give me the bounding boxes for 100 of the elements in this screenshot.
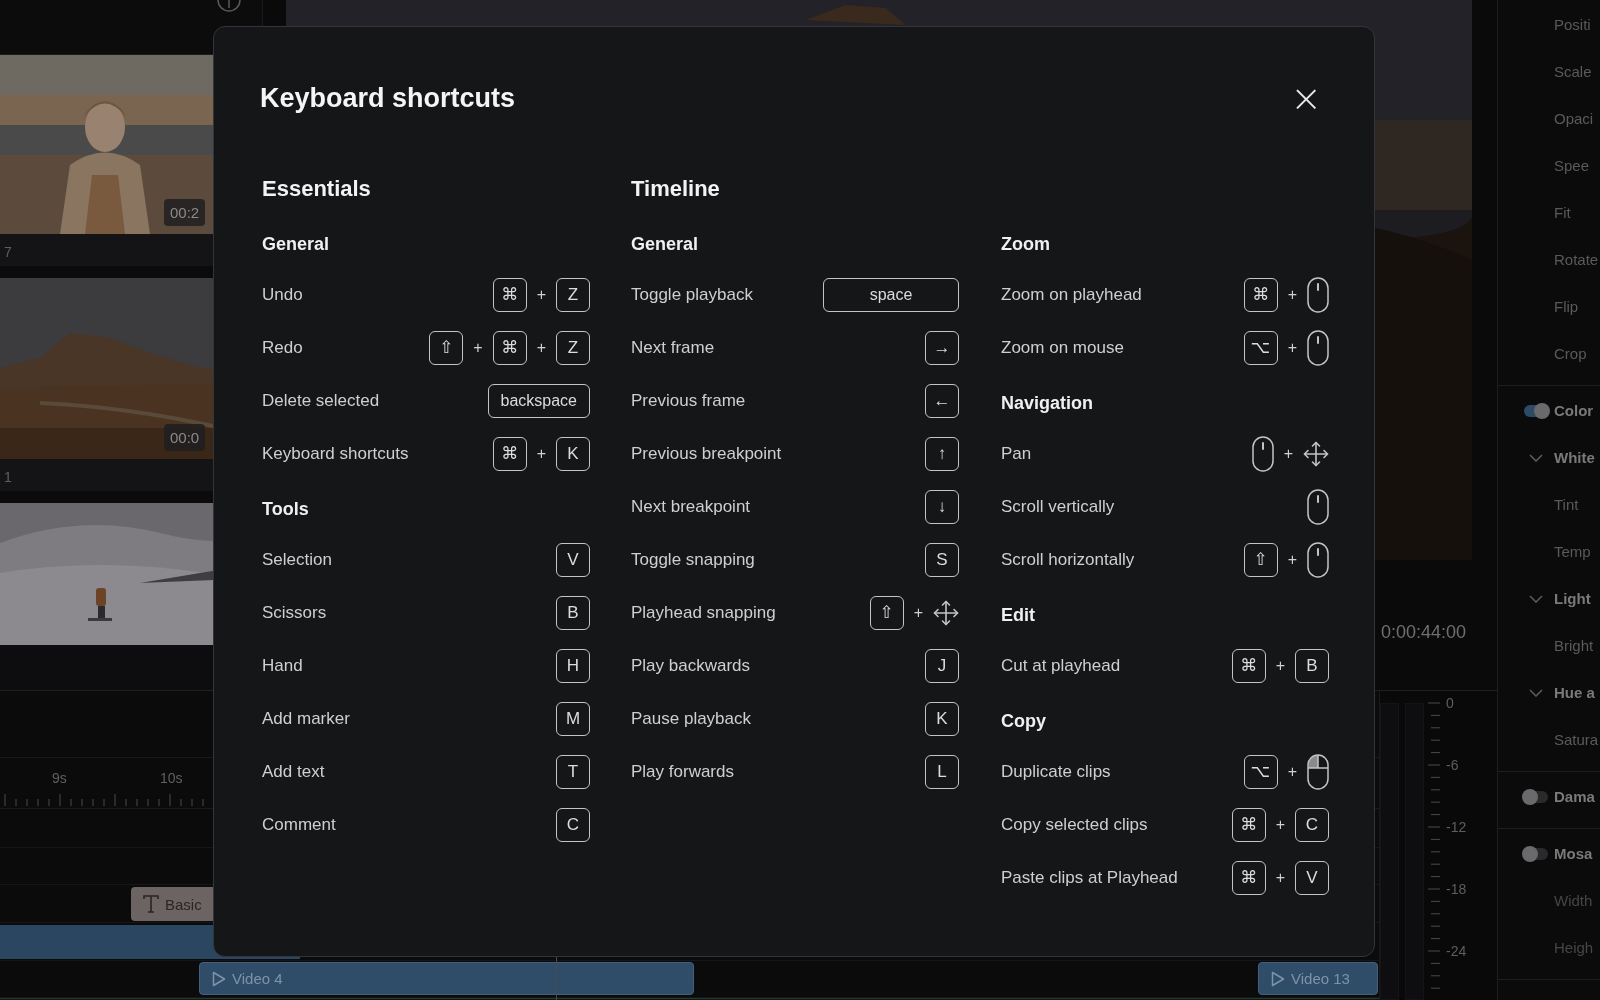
clip-label: Basic: [165, 895, 202, 913]
shortcut-label: Previous breakpoint: [631, 443, 782, 464]
plus-sign: +: [1287, 550, 1297, 569]
shortcut-label: Toggle snapping: [631, 549, 755, 570]
group-title: Zoom: [1001, 233, 1051, 256]
key-cap: backspace: [487, 383, 590, 418]
key-cap: V: [1295, 860, 1329, 895]
key-cap: K: [556, 436, 590, 471]
property-label: Satura: [1554, 731, 1599, 748]
plus-sign: +: [913, 603, 923, 622]
key-cap: ⌘: [1231, 860, 1266, 895]
meter-label: -18: [1446, 880, 1467, 899]
clip-name: 7: [4, 244, 12, 260]
key-cap: H: [556, 648, 590, 683]
chevron-down-icon[interactable]: [1529, 453, 1543, 462]
shortcut-label: Delete selected: [262, 390, 380, 411]
group-title: Tools: [262, 498, 310, 521]
toggle-switch[interactable]: [1524, 847, 1548, 860]
key-cap: space: [823, 277, 959, 312]
move-icon: [1303, 440, 1329, 467]
property-label: Flip: [1554, 298, 1579, 315]
duration-badge: 00:2: [164, 199, 206, 226]
shortcut-label: Selection: [262, 549, 332, 570]
property-label: Width: [1554, 892, 1593, 909]
key-cap: ↑: [925, 436, 959, 471]
key-cap: ⇧: [1243, 542, 1278, 577]
shortcut-label: Next frame: [631, 337, 715, 358]
property-label: Temp: [1554, 543, 1591, 560]
plus-sign: +: [1275, 656, 1285, 675]
mouse-icon: [1307, 276, 1329, 313]
shortcut-label: Redo: [262, 337, 303, 358]
section-heading: Timeline: [631, 175, 721, 203]
clip-label: Video 4: [232, 970, 283, 987]
video-clip[interactable]: Video 4: [199, 962, 694, 995]
plus-sign: +: [536, 338, 546, 357]
property-label: Heigh: [1554, 939, 1594, 956]
shortcut-label: Comment: [262, 814, 336, 835]
shortcut-label: Cut at playhead: [1001, 655, 1121, 676]
shortcut-label: Hand: [262, 655, 303, 676]
key-cap: J: [925, 648, 959, 683]
plus-sign: +: [1275, 868, 1285, 887]
shortcut-label: Scroll vertically: [1001, 496, 1115, 517]
shortcut-label: Keyboard shortcuts: [262, 443, 409, 464]
section-title: Hue a: [1554, 684, 1595, 701]
shortcut-label: Add marker: [262, 708, 350, 729]
key-cap: ⌥: [1243, 754, 1278, 789]
meter-label: 0: [1446, 694, 1454, 713]
shortcut-label: Scissors: [262, 602, 327, 623]
section-heading: Essentials: [262, 175, 372, 203]
close-button[interactable]: ×: [1284, 83, 1328, 113]
mouse-icon: [1251, 435, 1274, 472]
play-icon: [1271, 970, 1285, 987]
property-label: Scale: [1554, 63, 1592, 80]
shortcut-label: Scroll horizontally: [1001, 549, 1135, 570]
key-cap: →: [925, 330, 959, 365]
key-cap: L: [925, 754, 959, 789]
property-label: Rotate: [1554, 251, 1599, 268]
clip-label: Video 13: [1291, 970, 1350, 987]
key-cap: ⌘: [492, 436, 527, 471]
key-cap: C: [1295, 807, 1329, 842]
key-cap: V: [556, 542, 590, 577]
property-label: Fit: [1554, 204, 1571, 221]
shortcut-label: Next breakpoint: [631, 496, 751, 517]
plus-sign: +: [536, 285, 546, 304]
mouse-click-icon: [1307, 753, 1329, 790]
property-label: Positi: [1554, 16, 1591, 33]
key-cap: ⌘: [492, 277, 527, 312]
key-cap: B: [556, 595, 590, 630]
play-icon: [212, 970, 226, 987]
key-cap: ⌘: [1243, 277, 1278, 312]
key-cap: ←: [925, 383, 959, 418]
chevron-down-icon[interactable]: [1529, 594, 1543, 603]
property-label: Tint: [1554, 496, 1579, 513]
key-cap: C: [556, 807, 590, 842]
shortcut-label: Pause playback: [631, 708, 752, 729]
key-cap: ⇧: [429, 330, 464, 365]
shortcut-label: Paste clips at Playhead: [1001, 867, 1178, 888]
timecode: 0:00:44:00: [1380, 622, 1466, 643]
plus-sign: +: [473, 338, 483, 357]
key-cap: B: [1295, 648, 1329, 683]
section-title: Mosa: [1554, 845, 1593, 862]
group-title: Navigation: [1001, 392, 1094, 415]
toggle-switch[interactable]: [1524, 404, 1548, 417]
shortcut-label: Duplicate clips: [1001, 761, 1111, 782]
key-cap: ⌥: [1243, 330, 1278, 365]
chevron-down-icon[interactable]: [1529, 688, 1543, 697]
group-title: General: [631, 233, 700, 256]
video-clip[interactable]: Video 13: [1258, 962, 1378, 995]
plus-sign: +: [1287, 285, 1297, 304]
group-title: General: [262, 233, 331, 256]
toggle-switch[interactable]: [1524, 790, 1548, 803]
upload-icon[interactable]: [216, 0, 242, 14]
property-label: Bright: [1554, 637, 1594, 654]
shortcut-label: Previous frame: [631, 390, 746, 411]
shortcut-label: Zoom on mouse: [1001, 337, 1124, 358]
key-cap: Z: [556, 277, 590, 312]
meter-label: -24: [1446, 942, 1467, 961]
shortcut-label: Add text: [262, 761, 325, 782]
key-cap: ⌘: [1231, 648, 1266, 683]
key-cap: ↓: [925, 489, 959, 524]
